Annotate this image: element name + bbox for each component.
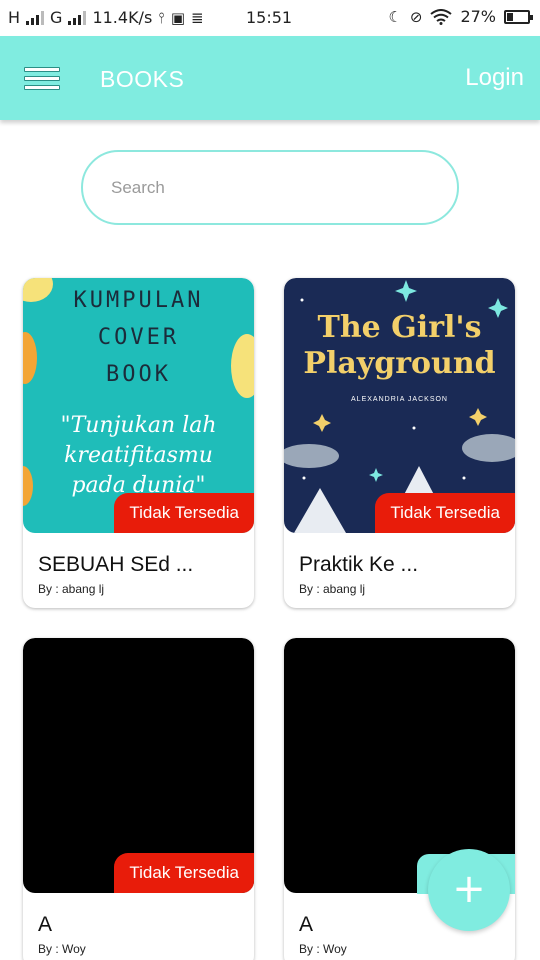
- book-card[interactable]: Tidak Tersedia A By : Woy: [23, 638, 254, 960]
- app-title: BOOKS: [100, 66, 185, 92]
- battery-icon: [504, 9, 533, 24]
- add-book-button[interactable]: +: [428, 849, 510, 931]
- carrier-1: H: [8, 8, 21, 27]
- book-title: A: [299, 913, 314, 936]
- signal-icon: [26, 10, 45, 25]
- cover-quote: kreatifitasmu: [64, 443, 213, 468]
- mute-icon: ⊘: [409, 7, 423, 26]
- cover-title-line: Playground: [303, 346, 496, 381]
- app-bar: BOOKS Login: [0, 36, 540, 120]
- status-right: ☾ ⊘ 27%: [388, 7, 533, 26]
- status-bar: H G 11.4K/s ⫯ ▣ ≣ 15:51 ☾ ⊘ 27%: [0, 0, 540, 36]
- cover-line: BOOK: [106, 362, 171, 387]
- book-cover: KUMPULAN COVER BOOK "Tunjukan lah kreati…: [23, 278, 254, 533]
- status-time: 15:51: [246, 8, 293, 27]
- cover-title-line: The Girl's: [317, 310, 482, 345]
- network-speed: 11.4K/s: [92, 8, 153, 27]
- menu-icon[interactable]: [24, 67, 60, 93]
- status-badge: Tidak Tersedia: [114, 493, 254, 533]
- cover-line: KUMPULAN: [73, 288, 204, 313]
- cover-line: COVER: [97, 325, 180, 350]
- vpn-icon: ▣: [170, 8, 185, 27]
- status-badge: Tidak Tersedia: [375, 493, 515, 533]
- carrier-2: G: [50, 8, 63, 27]
- login-button[interactable]: Login: [465, 64, 524, 92]
- book-title: A: [38, 913, 53, 936]
- book-card[interactable]: KUMPULAN COVER BOOK "Tunjukan lah kreati…: [23, 278, 254, 608]
- book-cover: The Girl's Playground ALEXANDRIA JACKSON…: [284, 278, 515, 533]
- book-title: SEBUAH SEd ...: [38, 553, 194, 576]
- book-author: By : abang lj: [299, 582, 366, 596]
- search-box[interactable]: [81, 150, 459, 225]
- status-badge: Tidak Tersedia: [114, 853, 254, 893]
- usb-icon: ⫯: [158, 8, 165, 27]
- storage-icon: ≣: [191, 8, 204, 27]
- status-left: H G 11.4K/s ⫯ ▣ ≣: [8, 8, 204, 27]
- book-cover: Tidak Tersedia: [23, 638, 254, 893]
- search-input[interactable]: [111, 174, 431, 202]
- battery-fill: [507, 12, 513, 21]
- book-author: By : Woy: [299, 942, 347, 956]
- book-title: Praktik Ke ...: [299, 553, 419, 576]
- moon-icon: ☾: [388, 7, 402, 26]
- plus-icon: +: [452, 866, 486, 912]
- cover-author: ALEXANDRIA JACKSON: [351, 396, 448, 403]
- wifi-icon: [430, 8, 453, 25]
- cover-quote: "Tunjukan lah: [60, 413, 217, 438]
- battery-percent: 27%: [460, 7, 496, 26]
- book-author: By : Woy: [38, 942, 86, 956]
- book-card[interactable]: The Girl's Playground ALEXANDRIA JACKSON…: [284, 278, 515, 608]
- signal-icon-2: [68, 10, 87, 25]
- book-author: By : abang lj: [38, 582, 105, 596]
